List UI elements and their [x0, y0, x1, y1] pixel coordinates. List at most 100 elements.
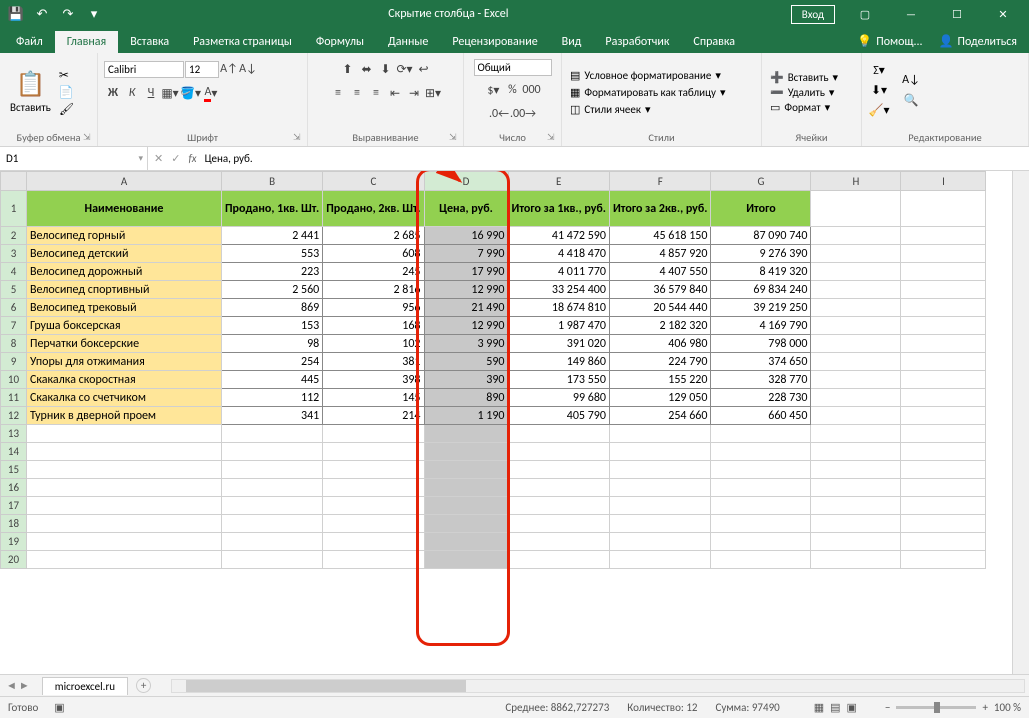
cell[interactable] — [323, 443, 424, 461]
header-cell[interactable]: Итого за 2кв., руб. — [609, 191, 710, 227]
data-cell[interactable]: 2 441 — [222, 227, 323, 245]
header-cell[interactable]: Итого за 1кв., руб. — [508, 191, 609, 227]
maximize-button[interactable]: ☐ — [935, 0, 979, 28]
indent-inc-button[interactable]: ⇥ — [405, 83, 423, 103]
row-header[interactable]: 4 — [1, 263, 27, 281]
cell[interactable] — [609, 479, 710, 497]
data-cell[interactable]: 390 — [424, 371, 508, 389]
underline-button[interactable]: Ч — [142, 83, 160, 103]
data-cell[interactable]: 4 169 790 — [711, 317, 811, 335]
cell[interactable] — [27, 551, 222, 569]
cell[interactable] — [901, 461, 986, 479]
cell[interactable] — [811, 299, 901, 317]
col-header-D[interactable]: D — [424, 172, 508, 191]
select-all-corner[interactable] — [1, 172, 27, 191]
cell[interactable] — [901, 425, 986, 443]
add-sheet-button[interactable]: + — [136, 678, 151, 693]
cell[interactable] — [901, 281, 986, 299]
cell[interactable] — [901, 227, 986, 245]
sheet-tab[interactable]: microexcel.ru — [42, 677, 128, 695]
data-cell[interactable]: 405 790 — [508, 407, 609, 425]
accounting-button[interactable]: $▾ — [484, 80, 502, 100]
font-launcher[interactable]: ⇲ — [293, 132, 305, 144]
font-color-button[interactable]: A▾ — [202, 83, 220, 103]
tab-главная[interactable]: Главная — [55, 31, 118, 53]
data-cell[interactable]: 149 860 — [508, 353, 609, 371]
tab-файл[interactable]: Файл — [4, 31, 55, 53]
cell[interactable] — [323, 497, 424, 515]
row-header-1[interactable]: 1 — [1, 191, 27, 227]
col-header-E[interactable]: E — [508, 172, 609, 191]
cell[interactable] — [424, 515, 508, 533]
cell[interactable] — [901, 515, 986, 533]
data-cell[interactable]: 9 276 390 — [711, 245, 811, 263]
number-launcher[interactable]: ⇲ — [547, 132, 559, 144]
cell[interactable] — [811, 479, 901, 497]
cell[interactable] — [27, 497, 222, 515]
cell[interactable] — [222, 425, 323, 443]
cell[interactable] — [508, 461, 609, 479]
data-cell[interactable]: 99 680 — [508, 389, 609, 407]
row-header[interactable]: 10 — [1, 371, 27, 389]
data-cell[interactable]: 956 — [323, 299, 424, 317]
data-cell[interactable]: 8 419 320 — [711, 263, 811, 281]
cell[interactable] — [508, 443, 609, 461]
tab-разработчик[interactable]: Разработчик — [593, 31, 681, 53]
cell[interactable] — [811, 533, 901, 551]
align-middle-button[interactable]: ⬌ — [358, 59, 376, 79]
cell[interactable] — [811, 515, 901, 533]
data-cell[interactable]: 2 560 — [222, 281, 323, 299]
cell[interactable] — [609, 425, 710, 443]
cell[interactable] — [609, 515, 710, 533]
row-header[interactable]: 3 — [1, 245, 27, 263]
cell[interactable] — [424, 425, 508, 443]
cell[interactable] — [811, 245, 901, 263]
indent-dec-button[interactable]: ⇤ — [386, 83, 404, 103]
italic-button[interactable]: К — [123, 83, 141, 103]
cell[interactable] — [811, 443, 901, 461]
col-header-H[interactable]: H — [811, 172, 901, 191]
cell[interactable] — [901, 479, 986, 497]
cell[interactable] — [222, 515, 323, 533]
cell[interactable] — [811, 281, 901, 299]
row-header[interactable]: 16 — [1, 479, 27, 497]
data-cell[interactable]: 391 020 — [508, 335, 609, 353]
data-cell[interactable]: 4 407 550 — [609, 263, 710, 281]
cell[interactable] — [424, 479, 508, 497]
tab-справка[interactable]: Справка — [681, 31, 747, 53]
data-cell[interactable]: 328 770 — [711, 371, 811, 389]
header-cell[interactable]: Продано, 2кв. Шт. — [323, 191, 424, 227]
row-header[interactable]: 20 — [1, 551, 27, 569]
cell[interactable] — [711, 497, 811, 515]
cell[interactable] — [508, 515, 609, 533]
cell[interactable] — [711, 479, 811, 497]
data-cell[interactable]: 12 990 — [424, 317, 508, 335]
sheet-nav-prev[interactable]: ◄ — [6, 679, 17, 692]
data-cell[interactable]: 2 816 — [323, 281, 424, 299]
data-cell[interactable]: 228 730 — [711, 389, 811, 407]
data-cell[interactable]: 660 450 — [711, 407, 811, 425]
row-header[interactable]: 11 — [1, 389, 27, 407]
cell[interactable] — [901, 245, 986, 263]
data-cell[interactable]: 98 — [222, 335, 323, 353]
cut-button[interactable]: ✂ — [59, 68, 74, 83]
fill-color-button[interactable]: 🪣▾ — [180, 83, 201, 103]
view-layout-button[interactable]: ▤ — [830, 701, 840, 714]
cell[interactable] — [508, 425, 609, 443]
cell[interactable] — [811, 335, 901, 353]
fx-icon[interactable]: fx — [188, 152, 196, 165]
data-cell[interactable]: 381 — [323, 353, 424, 371]
data-cell[interactable]: 254 — [222, 353, 323, 371]
cell[interactable] — [508, 533, 609, 551]
row-header[interactable]: 15 — [1, 461, 27, 479]
data-cell[interactable]: 173 550 — [508, 371, 609, 389]
view-normal-button[interactable]: ▦ — [814, 701, 824, 714]
cell[interactable] — [811, 389, 901, 407]
orientation-button[interactable]: ⟳▾ — [396, 59, 414, 79]
enter-formula-icon[interactable]: ✓ — [171, 152, 180, 165]
data-cell[interactable]: 69 834 240 — [711, 281, 811, 299]
insert-cells-button[interactable]: ➕Вставить▾ — [768, 70, 840, 85]
row-header[interactable]: 7 — [1, 317, 27, 335]
cell[interactable] — [609, 551, 710, 569]
col-header-B[interactable]: B — [222, 172, 323, 191]
